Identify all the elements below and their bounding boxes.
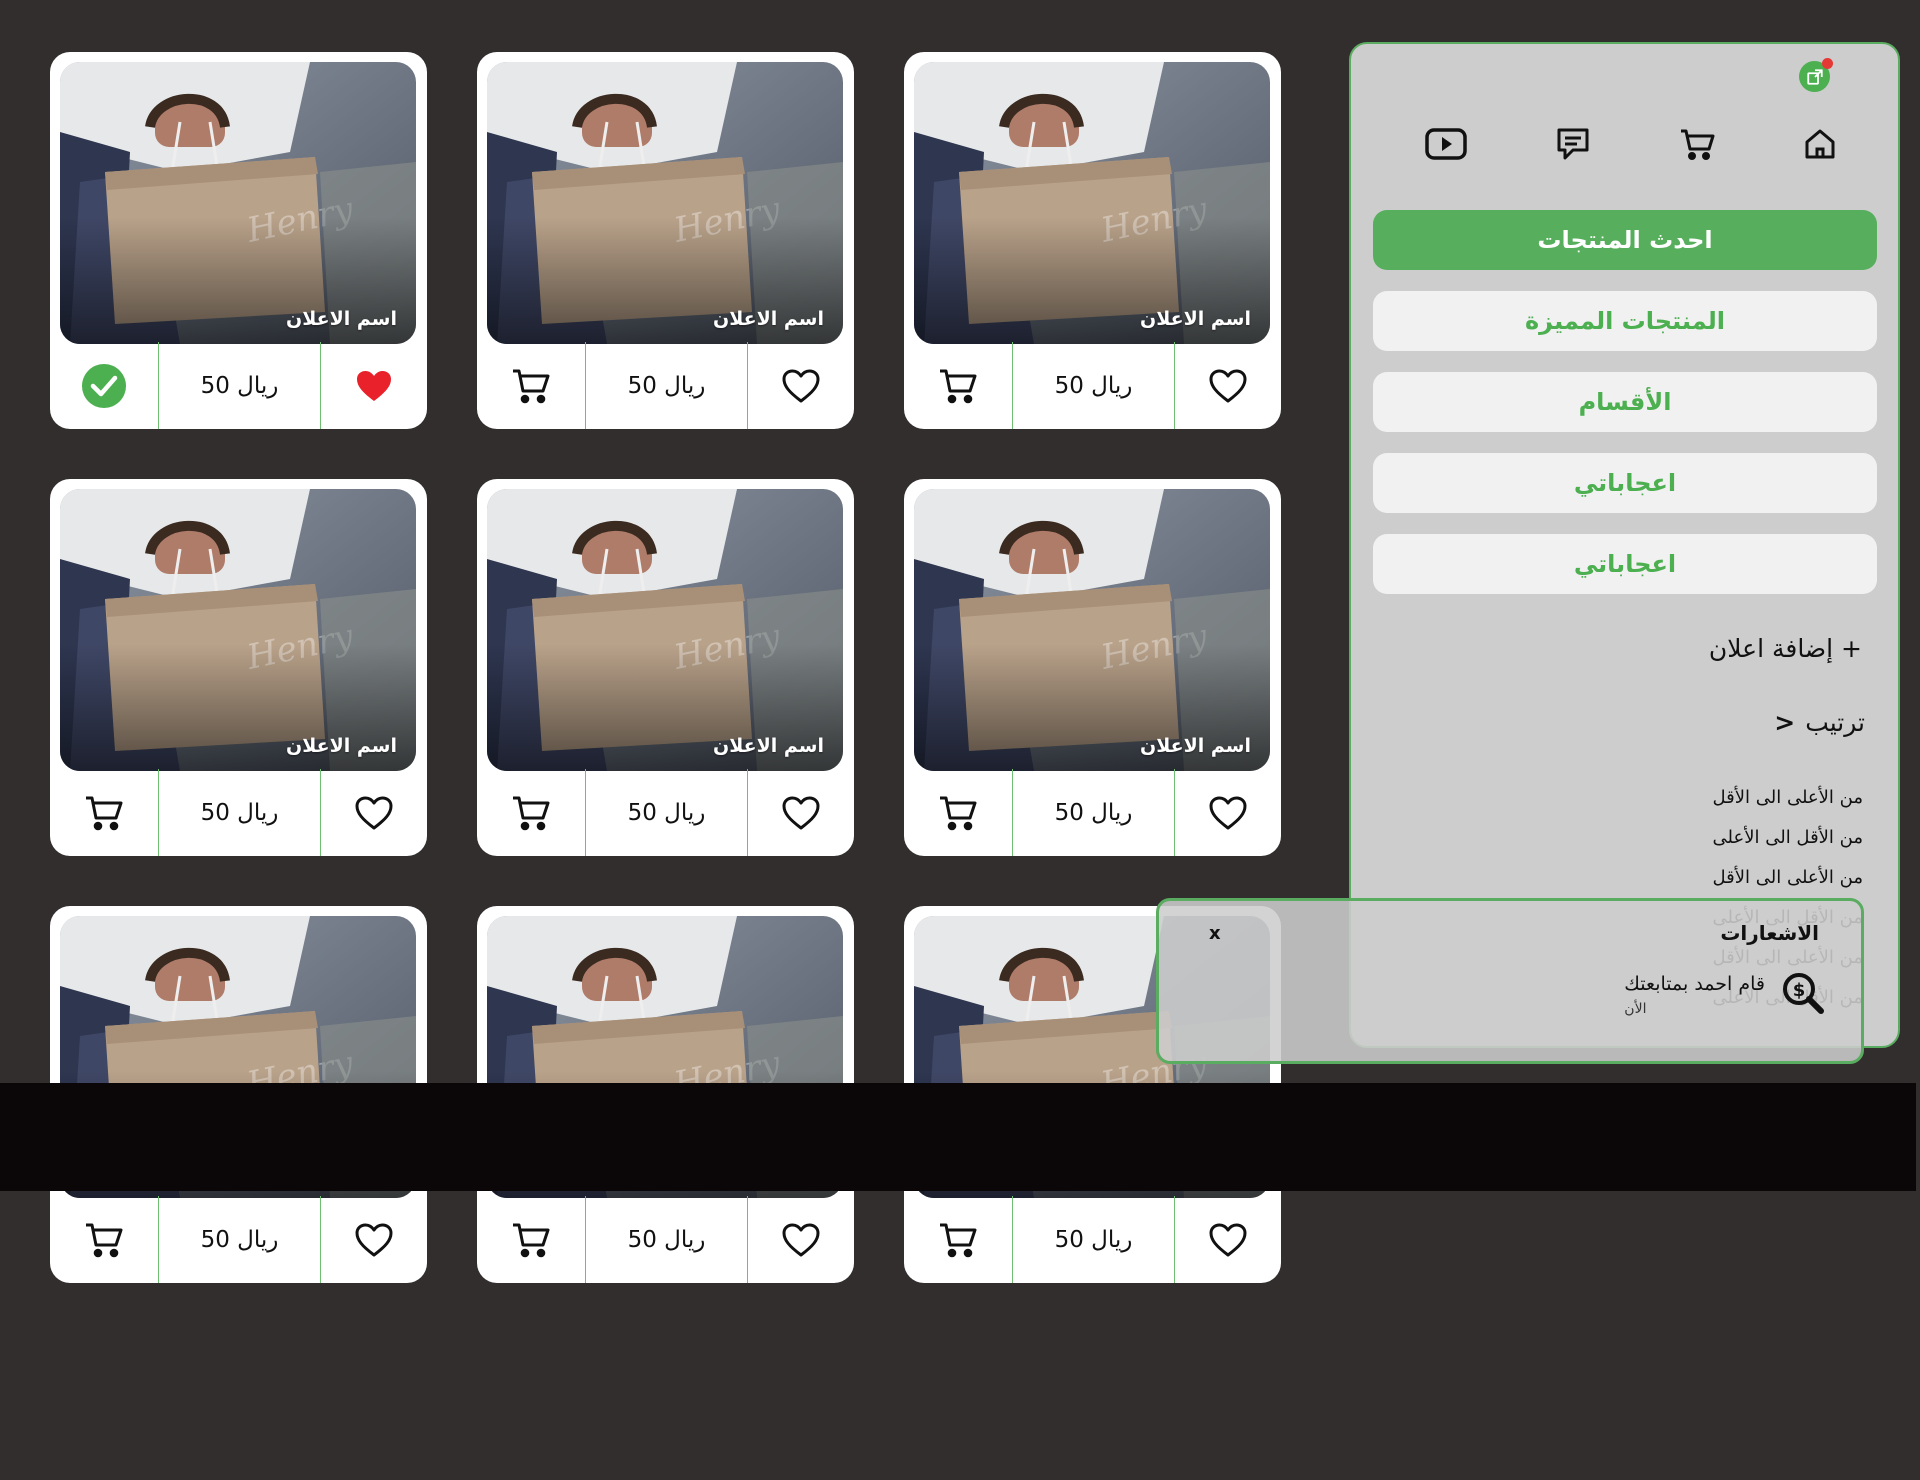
product-image-wrap[interactable]: Henry اسم الاعلان: [487, 489, 843, 771]
product-name: اسم الاعلان: [1140, 308, 1251, 330]
cart-icon[interactable]: [1679, 127, 1715, 161]
product-image: Henry: [487, 489, 843, 771]
product-price: 50 ريال: [585, 342, 748, 429]
heart-outline-icon[interactable]: [748, 769, 854, 856]
menu-item[interactable]: الأقسام: [1373, 372, 1877, 432]
chevron-left-icon: <: [1774, 708, 1796, 737]
product-card[interactable]: Henry اسم الاعلان 50 ريال: [50, 479, 427, 856]
notification-popup: x الاشعارات $ قام احمد بمتابعتك الأن: [1156, 898, 1864, 1064]
product-image-wrap[interactable]: Henry اسم الاعلان: [914, 62, 1270, 344]
card-footer: 50 ريال: [477, 1196, 854, 1283]
product-image: Henry: [914, 62, 1270, 344]
card-footer: 50 ريال: [50, 1196, 427, 1283]
product-card[interactable]: Henry اسم الاعلان 50 ريال: [477, 52, 854, 429]
menu-item[interactable]: اعجاباتي: [1373, 534, 1877, 594]
card-footer: 50 ريال: [50, 342, 427, 429]
product-name: اسم الاعلان: [1140, 735, 1251, 757]
sort-header[interactable]: ترتيب <: [1774, 708, 1865, 737]
sort-option[interactable]: من الأقل الى الأعلى: [1713, 818, 1863, 858]
heart-filled-icon[interactable]: [321, 342, 427, 429]
product-price: 50 ريال: [158, 342, 321, 429]
share-icon[interactable]: [1799, 58, 1833, 92]
product-price: 50 ريال: [1012, 342, 1175, 429]
product-price: 50 ريال: [585, 1196, 748, 1283]
menu-item[interactable]: المنتجات المميزة: [1373, 291, 1877, 351]
heart-outline-icon[interactable]: [1175, 342, 1281, 429]
menu-item[interactable]: اعجاباتي: [1373, 453, 1877, 513]
sort-option[interactable]: من الأعلى الى الأقل: [1713, 778, 1863, 818]
search-dollar-icon: $: [1781, 971, 1825, 1019]
black-overlay-band: [0, 1083, 1916, 1191]
product-card[interactable]: Henry اسم الاعلان 50 ريال: [904, 479, 1281, 856]
cart-icon[interactable]: [904, 769, 1012, 856]
video-icon[interactable]: [1425, 128, 1467, 160]
check-circle-icon[interactable]: [50, 342, 158, 429]
card-footer: 50 ريال: [477, 769, 854, 856]
product-card[interactable]: Henry اسم الاعلان 50 ريال: [50, 52, 427, 429]
cart-icon[interactable]: [477, 342, 585, 429]
heart-outline-icon[interactable]: [321, 1196, 427, 1283]
cart-icon[interactable]: [477, 769, 585, 856]
cart-icon[interactable]: [477, 1196, 585, 1283]
product-card[interactable]: Henry اسم الاعلان 50 ريال: [477, 479, 854, 856]
product-image: Henry: [60, 489, 416, 771]
notification-text: قام احمد بمتابعتك: [1624, 973, 1765, 995]
product-card[interactable]: Henry اسم الاعلان 50 ريال: [904, 52, 1281, 429]
product-image-wrap[interactable]: Henry اسم الاعلان: [60, 62, 416, 344]
notification-title: الاشعارات: [1720, 921, 1819, 945]
heart-outline-icon[interactable]: [321, 769, 427, 856]
comment-icon[interactable]: [1555, 126, 1591, 162]
product-image-wrap[interactable]: Henry اسم الاعلان: [60, 489, 416, 771]
product-name: اسم الاعلان: [713, 308, 824, 330]
notification-item[interactable]: $ قام احمد بمتابعتك الأن: [1624, 971, 1825, 1019]
product-name: اسم الاعلان: [713, 735, 824, 757]
sort-title: ترتيب: [1805, 708, 1865, 737]
product-name: اسم الاعلان: [286, 308, 397, 330]
product-image: Henry: [60, 62, 416, 344]
product-image-wrap[interactable]: Henry اسم الاعلان: [487, 62, 843, 344]
heart-outline-icon[interactable]: [748, 1196, 854, 1283]
card-footer: 50 ريال: [477, 342, 854, 429]
notification-dot: [1822, 58, 1833, 69]
card-footer: 50 ريال: [904, 769, 1281, 856]
cart-icon[interactable]: [904, 1196, 1012, 1283]
add-ad-button[interactable]: + إضافة اعلان: [1709, 634, 1862, 663]
heart-outline-icon[interactable]: [1175, 769, 1281, 856]
cart-icon[interactable]: [50, 769, 158, 856]
card-footer: 50 ريال: [904, 342, 1281, 429]
menu-item[interactable]: احدث المنتجات: [1373, 210, 1877, 270]
svg-text:$: $: [1793, 980, 1806, 1001]
product-price: 50 ريال: [158, 1196, 321, 1283]
product-image: Henry: [914, 489, 1270, 771]
product-name: اسم الاعلان: [286, 735, 397, 757]
product-price: 50 ريال: [1012, 769, 1175, 856]
close-button[interactable]: x: [1209, 923, 1221, 944]
sort-option[interactable]: من الأعلى الى الأقل: [1713, 858, 1863, 898]
card-footer: 50 ريال: [904, 1196, 1281, 1283]
cart-icon[interactable]: [50, 1196, 158, 1283]
product-image: Henry: [487, 62, 843, 344]
product-price: 50 ريال: [1012, 1196, 1175, 1283]
product-price: 50 ريال: [158, 769, 321, 856]
product-price: 50 ريال: [585, 769, 748, 856]
notification-time: الأن: [1624, 1001, 1647, 1017]
home-icon[interactable]: [1803, 127, 1837, 161]
cart-icon[interactable]: [904, 342, 1012, 429]
card-footer: 50 ريال: [50, 769, 427, 856]
heart-outline-icon[interactable]: [748, 342, 854, 429]
product-image-wrap[interactable]: Henry اسم الاعلان: [914, 489, 1270, 771]
top-nav: [1425, 119, 1837, 169]
sidebar-menu: احدث المنتجات المنتجات المميزة الأقسام اعجا…: [1373, 210, 1877, 615]
heart-outline-icon[interactable]: [1175, 1196, 1281, 1283]
